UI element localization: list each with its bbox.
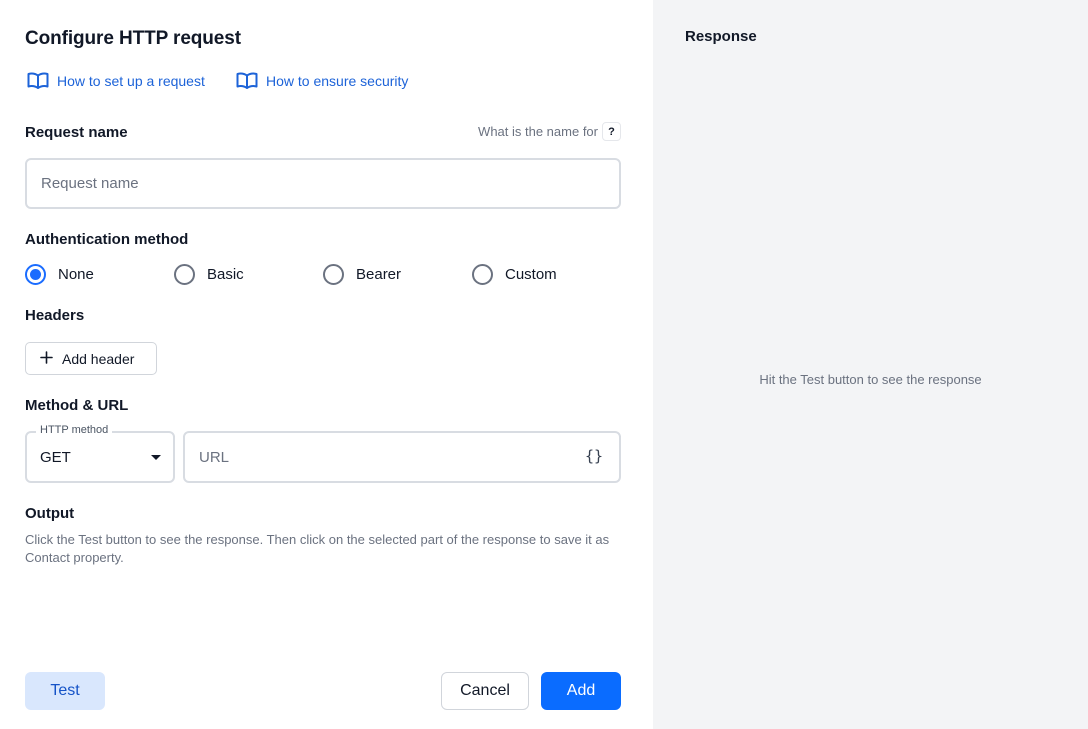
auth-radio-custom-label: Custom <box>505 266 557 283</box>
add-header-label: Add header <box>62 350 135 367</box>
radio-unchecked-icon[interactable] <box>174 264 195 285</box>
url-field: {} <box>183 431 621 483</box>
book-icon <box>236 72 258 89</box>
add-button[interactable]: Add <box>541 672 621 710</box>
auth-radio-bearer[interactable]: Bearer <box>323 264 401 285</box>
auth-radio-bearer-label: Bearer <box>356 266 402 283</box>
plus-icon <box>40 350 53 367</box>
request-name-label: Request name <box>25 124 128 141</box>
auth-radio-custom[interactable]: Custom <box>472 264 557 285</box>
question-icon[interactable]: ? <box>602 122 621 141</box>
test-button[interactable]: Test <box>25 672 105 710</box>
http-request-dialog: Configure HTTP request How to set up a r… <box>0 0 1088 729</box>
book-icon <box>27 72 49 89</box>
output-description: Click the Test button to see the respons… <box>25 532 610 565</box>
response-empty-state: Hit the Test button to see the response <box>759 372 982 387</box>
auth-method-label: Authentication method <box>25 231 189 248</box>
config-panel: Configure HTTP request How to set up a r… <box>0 0 653 729</box>
method-url-label: Method & URL <box>25 397 129 414</box>
cancel-button[interactable]: Cancel <box>441 672 529 710</box>
http-method-legend: HTTP method <box>36 424 113 436</box>
auth-radio-none-label: None <box>58 266 94 283</box>
response-title: Response <box>685 28 757 45</box>
auth-radio-basic[interactable]: Basic <box>174 264 244 285</box>
help-link-setup[interactable]: How to set up a request <box>27 72 205 89</box>
http-method-select[interactable]: HTTP method GET <box>25 424 175 483</box>
request-name-input[interactable] <box>25 158 621 209</box>
http-method-value: GET <box>40 449 71 466</box>
request-name-hint[interactable]: What is the name for ? <box>478 122 621 141</box>
radio-unchecked-icon[interactable] <box>472 264 493 285</box>
help-link-setup-label: How to set up a request <box>57 72 205 89</box>
auth-radio-none[interactable]: None <box>25 264 94 285</box>
caret-down-icon <box>151 455 161 460</box>
url-input[interactable] <box>185 433 565 481</box>
output-label: Output <box>25 505 75 522</box>
help-link-security-label: How to ensure security <box>266 72 409 89</box>
radio-checked-icon[interactable] <box>25 264 46 285</box>
variable-braces-icon[interactable]: {} <box>585 447 603 465</box>
radio-unchecked-icon[interactable] <box>323 264 344 285</box>
help-link-security[interactable]: How to ensure security <box>236 72 408 89</box>
add-header-button[interactable]: Add header <box>25 342 157 375</box>
auth-radio-basic-label: Basic <box>207 266 244 283</box>
dialog-title: Configure HTTP request <box>25 28 241 49</box>
headers-label: Headers <box>25 307 85 324</box>
response-panel: Response Hit the Test button to see the … <box>653 0 1088 729</box>
request-name-hint-text: What is the name for <box>478 124 598 139</box>
